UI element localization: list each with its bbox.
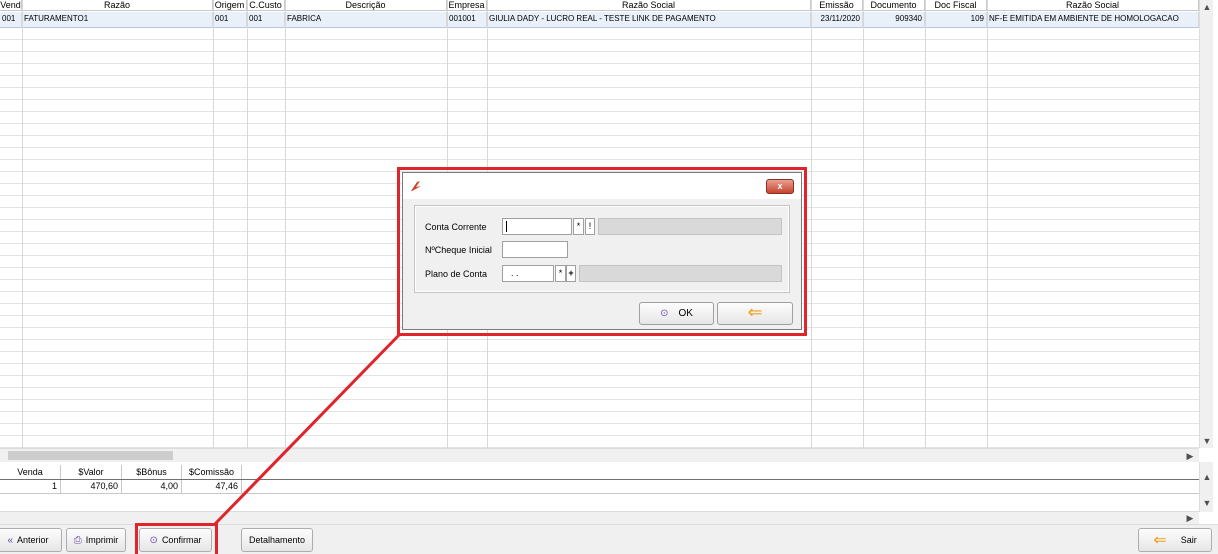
- imprimir-button[interactable]: ⎙ Imprimir: [66, 528, 126, 552]
- confirmar-label: Confirmar: [161, 535, 202, 545]
- scroll-thumb[interactable]: [8, 451, 173, 460]
- ok-label: OK: [678, 308, 693, 319]
- cell-descricao: FABRICA: [285, 12, 447, 28]
- close-button[interactable]: x: [766, 179, 794, 194]
- grid-horizontal-scrollbar[interactable]: ▶: [0, 448, 1199, 462]
- col-header-origem[interactable]: Origem: [213, 0, 247, 11]
- text-cursor: [506, 221, 507, 232]
- check-circle-icon: ⊙: [149, 535, 158, 546]
- exit-arrow-icon: ⇐: [1153, 531, 1167, 549]
- col-header-razao-social[interactable]: Razão Social: [487, 0, 811, 11]
- ok-button[interactable]: ⊙ OK: [639, 302, 714, 325]
- grid-divider: [285, 0, 286, 448]
- summary-venda-value: 1: [0, 480, 61, 493]
- confirmar-button[interactable]: ⊙ Confirmar: [139, 528, 212, 552]
- summary-header-bonus[interactable]: $Bônus: [122, 465, 182, 479]
- col-header-vend[interactable]: Vend: [0, 0, 22, 11]
- grid-divider: [925, 0, 926, 448]
- conta-corrente-dialog: x Conta Corrente * ! NºCheque Inicial Pl…: [402, 172, 802, 330]
- check-circle-icon: ⊙: [660, 308, 669, 319]
- cell-razao-social-2: NF-E EMITIDA EM AMBIENTE DE HOMOLOGACAO: [987, 12, 1199, 28]
- grid-divider: [22, 0, 23, 448]
- dialog-form-panel: Conta Corrente * ! NºCheque Inicial Plan…: [414, 205, 790, 293]
- table-row[interactable]: 001 FATURAMENTO1 001 001 FABRICA 001001 …: [0, 12, 1199, 28]
- cell-documento: 909340: [863, 12, 925, 28]
- cell-razao-social: GIULIA DADY - LUCRO REAL - TESTE LINK DE…: [487, 12, 811, 28]
- plano-description-field: [579, 265, 782, 282]
- cell-razao: FATURAMENTO1: [22, 12, 213, 28]
- back-arrow-icon: ⇐: [747, 302, 763, 322]
- plano-add-button[interactable]: +: [566, 265, 576, 282]
- cheque-inicial-input[interactable]: [502, 241, 568, 258]
- col-header-doc-fiscal[interactable]: Doc Fiscal: [925, 0, 987, 11]
- summary-vertical-scrollbar[interactable]: ▲ ▼: [1199, 462, 1213, 512]
- summary-horizontal-scrollbar[interactable]: ▶: [0, 511, 1199, 524]
- col-header-emissao[interactable]: Emissão: [811, 0, 863, 11]
- bottom-toolbar: «Anterior ⎙ Imprimir ⊙ Confirmar Detalhame…: [0, 524, 1218, 554]
- plano-conta-label: Plano de Conta: [425, 269, 488, 279]
- grid-divider: [863, 0, 864, 448]
- grid-vertical-scrollbar[interactable]: ▲ ▼: [1199, 0, 1213, 448]
- summary-header-comissao[interactable]: $Comissão: [182, 465, 242, 479]
- printer-icon: ⎙: [73, 535, 82, 546]
- cell-doc-fiscal: 109: [925, 12, 987, 28]
- plano-conta-input[interactable]: . .: [502, 265, 554, 282]
- summary-comissao-value: 47,46: [182, 480, 242, 493]
- dialog-title-bar[interactable]: x: [403, 173, 801, 199]
- detalhamento-button[interactable]: Detalhamento: [241, 528, 313, 552]
- cell-ccusto: 001: [247, 12, 285, 28]
- app-logo-icon: [411, 181, 421, 191]
- cell-empresa: 001001: [447, 12, 487, 28]
- conta-corrente-input[interactable]: [502, 218, 572, 235]
- col-header-descricao[interactable]: Descrição: [285, 0, 447, 11]
- cell-origem: 001: [213, 12, 247, 28]
- imprimir-label: Imprimir: [85, 535, 119, 545]
- scroll-up-icon[interactable]: ▲: [1201, 2, 1213, 12]
- anterior-button[interactable]: «Anterior: [0, 528, 62, 552]
- scroll-right-icon[interactable]: ▶: [1184, 513, 1196, 523]
- anterior-label: Anterior: [17, 535, 49, 545]
- scroll-right-icon[interactable]: ▶: [1184, 451, 1196, 461]
- grid-header: Vend Razão Origem C.Custo Descrição Empr…: [0, 0, 1199, 11]
- col-header-empresa[interactable]: Empresa: [447, 0, 487, 11]
- grid-divider: [213, 0, 214, 448]
- conta-info-button[interactable]: !: [585, 218, 595, 235]
- cell-vend: 001: [0, 12, 22, 28]
- grid-divider: [811, 0, 812, 448]
- summary-header-venda[interactable]: Venda: [0, 465, 61, 479]
- sair-button[interactable]: ⇐ Sair: [1138, 528, 1212, 552]
- detalhamento-label: Detalhamento: [248, 535, 306, 545]
- col-header-razao-social-2[interactable]: Razão Social: [987, 0, 1199, 11]
- col-header-razao[interactable]: Razão: [22, 0, 213, 11]
- col-header-documento[interactable]: Documento: [863, 0, 925, 11]
- scroll-down-icon[interactable]: ▼: [1201, 436, 1213, 446]
- plano-search-button[interactable]: *: [555, 265, 566, 282]
- conta-search-button[interactable]: *: [573, 218, 584, 235]
- summary-row-line: [0, 493, 1199, 494]
- scroll-down-icon[interactable]: ▼: [1201, 498, 1213, 508]
- conta-description-field: [598, 218, 782, 235]
- grid-divider: [987, 0, 988, 448]
- cell-emissao: 23/11/2020: [811, 12, 863, 28]
- summary-valor-value: 470,60: [61, 480, 122, 493]
- back-button[interactable]: ⇐: [717, 302, 793, 325]
- cheque-inicial-label: NºCheque Inicial: [425, 245, 492, 255]
- summary-header-valor[interactable]: $Valor: [61, 465, 122, 479]
- grid-divider: [247, 0, 248, 448]
- col-header-ccusto[interactable]: C.Custo: [247, 0, 285, 11]
- sair-label: Sair: [1180, 535, 1197, 545]
- previous-icon: «: [7, 535, 14, 546]
- scroll-up-icon[interactable]: ▲: [1201, 472, 1213, 482]
- summary-bonus-value: 4,00: [122, 480, 182, 493]
- conta-corrente-label: Conta Corrente: [425, 222, 487, 232]
